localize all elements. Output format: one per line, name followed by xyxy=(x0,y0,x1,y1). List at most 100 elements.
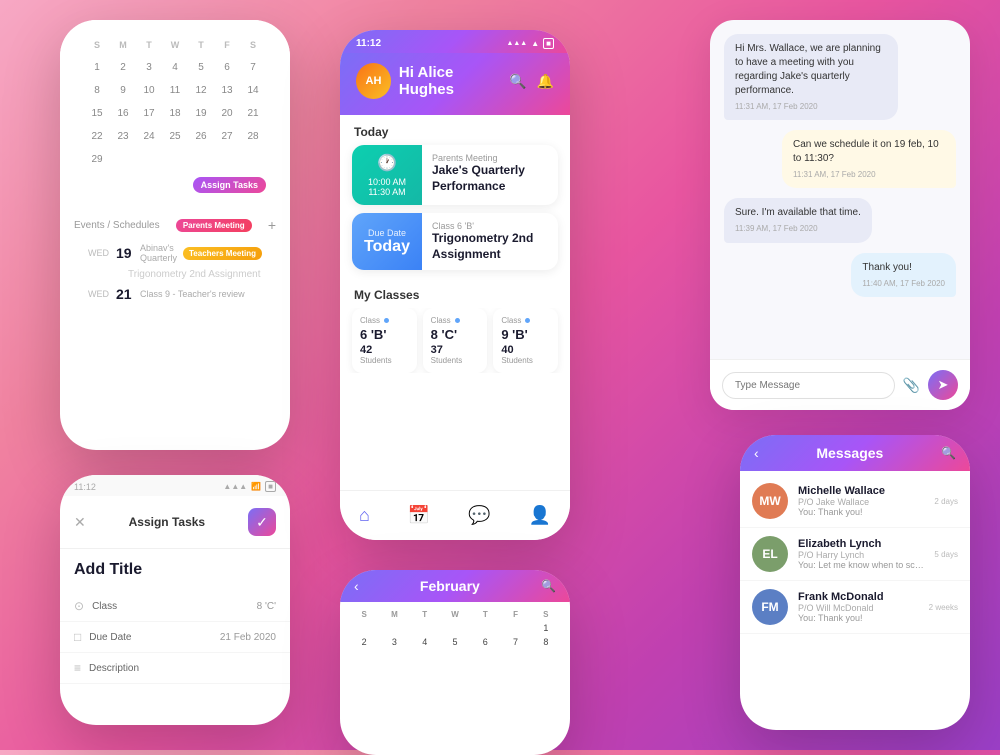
chat-time: 11:31 AM, 17 Feb 2020 xyxy=(793,169,945,180)
cal-day[interactable]: 1 xyxy=(84,58,110,77)
class-dot xyxy=(455,318,460,323)
class-card-2[interactable]: Class 8 'C' 37 Students xyxy=(423,308,488,373)
class-students: Students xyxy=(501,356,550,365)
prev-month-button[interactable]: ‹ xyxy=(354,578,359,594)
cal-day[interactable]: 25 xyxy=(162,127,188,146)
contact-sub: P/O Will McDonald xyxy=(798,603,919,613)
cal-day[interactable]: 26 xyxy=(188,127,214,146)
user-greeting: AH Hi Alice Hughes xyxy=(356,63,509,99)
month-label: February xyxy=(420,578,480,594)
cal-day[interactable]: 27 xyxy=(214,127,240,146)
cal-day[interactable]: 2 xyxy=(350,635,378,649)
cal-day[interactable]: 12 xyxy=(188,81,214,100)
cal-day[interactable]: 7 xyxy=(501,635,529,649)
cal-day-header: S xyxy=(84,36,110,54)
cal-day-header: T xyxy=(136,36,162,54)
teachers-meeting-badge[interactable]: Teachers Meeting xyxy=(183,247,262,260)
search-icon[interactable]: 🔍 xyxy=(509,73,526,90)
cal-day[interactable]: 18 xyxy=(162,104,188,123)
left-calendar-phone: S M T W T F S 1 2 3 4 5 6 7 8 9 10 1 xyxy=(60,20,290,450)
left-cal-grid: S M T W T F S 1 2 3 4 5 6 7 8 9 10 1 xyxy=(74,36,276,169)
home-nav-icon[interactable]: ⌂ xyxy=(359,505,370,526)
close-icon[interactable]: ✕ xyxy=(74,514,86,531)
cal-day[interactable]: 6 xyxy=(214,58,240,77)
cal-day[interactable]: 9 xyxy=(110,81,136,100)
cal-day[interactable]: 5 xyxy=(441,635,469,649)
phone-content: Today 🕐 10:00 AM 11:30 AM Parents Meetin… xyxy=(340,115,570,505)
cal-header-row: S M T W T F S xyxy=(350,608,560,621)
chat-text: Can we schedule it on 19 feb, 10 to 11:3… xyxy=(793,138,945,166)
schedule-row-1: WED 19 Abinav's Quarterly Teachers Meeti… xyxy=(74,239,276,267)
cal-day[interactable]: 2 xyxy=(110,58,136,77)
search-icon[interactable]: 🔍 xyxy=(941,446,956,460)
cal-day[interactable]: 4 xyxy=(411,635,439,649)
attach-icon[interactable]: 📎 xyxy=(903,377,920,394)
cal-week-1: 1 xyxy=(350,621,560,635)
sched-event-name: Abinav's Quarterly xyxy=(140,243,177,263)
cal-day[interactable]: 10 xyxy=(136,81,162,100)
add-event-button[interactable]: + xyxy=(268,217,276,233)
cal-day[interactable]: 20 xyxy=(214,104,240,123)
cal-day[interactable]: 17 xyxy=(136,104,162,123)
cal-day[interactable]: 22 xyxy=(84,127,110,146)
cal-day[interactable]: 3 xyxy=(136,58,162,77)
parents-meeting-badge[interactable]: Parents Meeting xyxy=(176,219,252,232)
cal-day-header: M xyxy=(110,36,136,54)
cal-day[interactable]: 5 xyxy=(188,58,214,77)
cal-day[interactable]: 14 xyxy=(240,81,266,100)
send-button[interactable]: ➤ xyxy=(928,370,958,400)
calendar-grid: S M T W T F S 1 2 3 4 5 6 7 8 xyxy=(340,602,570,655)
cal-day[interactable]: 24 xyxy=(136,127,162,146)
cal-day[interactable]: 16 xyxy=(110,104,136,123)
event-sub: Parents Meeting xyxy=(432,153,548,163)
confirm-button[interactable]: ✓ xyxy=(248,508,276,536)
event-card-2[interactable]: Due Date Today Class 6 'B' Trigonometry … xyxy=(352,213,558,270)
search-icon[interactable]: 🔍 xyxy=(541,579,556,593)
assign-tasks-badge[interactable]: Assign Tasks xyxy=(193,177,266,193)
cal-day[interactable]: 21 xyxy=(240,104,266,123)
cal-header-bar: ‹ February 🔍 xyxy=(340,570,570,602)
cal-day[interactable]: 6 xyxy=(471,635,499,649)
cal-day[interactable]: 13 xyxy=(214,81,240,100)
cal-day[interactable]: 11 xyxy=(162,81,188,100)
cal-day[interactable]: 15 xyxy=(84,104,110,123)
cal-day[interactable]: 29 xyxy=(84,150,110,169)
messages-nav-icon[interactable]: 💬 xyxy=(468,505,490,526)
cal-day[interactable]: 28 xyxy=(240,127,266,146)
message-item-2[interactable]: EL Elizabeth Lynch P/O Harry Lynch You: … xyxy=(740,528,970,581)
class-card-3[interactable]: Class 9 'B' 40 Students xyxy=(493,308,558,373)
sched-day: WED xyxy=(88,289,110,299)
cal-day[interactable]: 8 xyxy=(532,635,560,649)
message-item-1[interactable]: MW Michelle Wallace P/O Jake Wallace You… xyxy=(740,475,970,528)
schedule-row-2: WED 21 Class 9 - Teacher's review xyxy=(74,282,276,306)
calendar-nav-icon[interactable]: 📅 xyxy=(408,505,430,526)
cal-day[interactable]: 8 xyxy=(84,81,110,100)
chat-text: Thank you! xyxy=(862,261,945,275)
class-card-1[interactable]: Class 6 'B' 42 Students xyxy=(352,308,417,373)
cal-day[interactable]: 23 xyxy=(110,127,136,146)
class-icon: ⊙ xyxy=(74,599,84,613)
cal-day-header: W xyxy=(441,608,469,621)
profile-nav-icon[interactable]: 👤 xyxy=(529,505,551,526)
status-bar: 11:12 ▲▲▲ ▲ ■ xyxy=(340,30,570,53)
contact-sub: P/O Harry Lynch xyxy=(798,550,924,560)
cal-day[interactable]: 7 xyxy=(240,58,266,77)
events-label: Events / Schedules xyxy=(74,220,160,231)
back-button[interactable]: ‹ xyxy=(754,445,759,461)
msg-content-1: Michelle Wallace P/O Jake Wallace You: T… xyxy=(798,485,924,517)
cal-day[interactable]: 1 xyxy=(532,621,560,635)
message-item-3[interactable]: FM Frank McDonald P/O Will McDonald You:… xyxy=(740,581,970,634)
signal-icon: ▲▲▲ xyxy=(506,40,527,47)
message-input[interactable] xyxy=(722,372,895,399)
task-title-area[interactable]: Add Title xyxy=(60,549,290,591)
cal-day[interactable]: 19 xyxy=(188,104,214,123)
clock-icon: 🕐 xyxy=(377,153,397,173)
cal-day[interactable]: 3 xyxy=(380,635,408,649)
event-card-1[interactable]: 🕐 10:00 AM 11:30 AM Parents Meeting Jake… xyxy=(352,145,558,205)
cal-day[interactable]: 4 xyxy=(162,58,188,77)
messages-header: ‹ Messages 🔍 xyxy=(740,435,970,471)
class-dot xyxy=(384,318,389,323)
notification-icon[interactable]: 🔔 xyxy=(537,73,554,90)
class-count: 42 xyxy=(360,344,409,356)
chat-time: 11:39 AM, 17 Feb 2020 xyxy=(735,223,861,234)
